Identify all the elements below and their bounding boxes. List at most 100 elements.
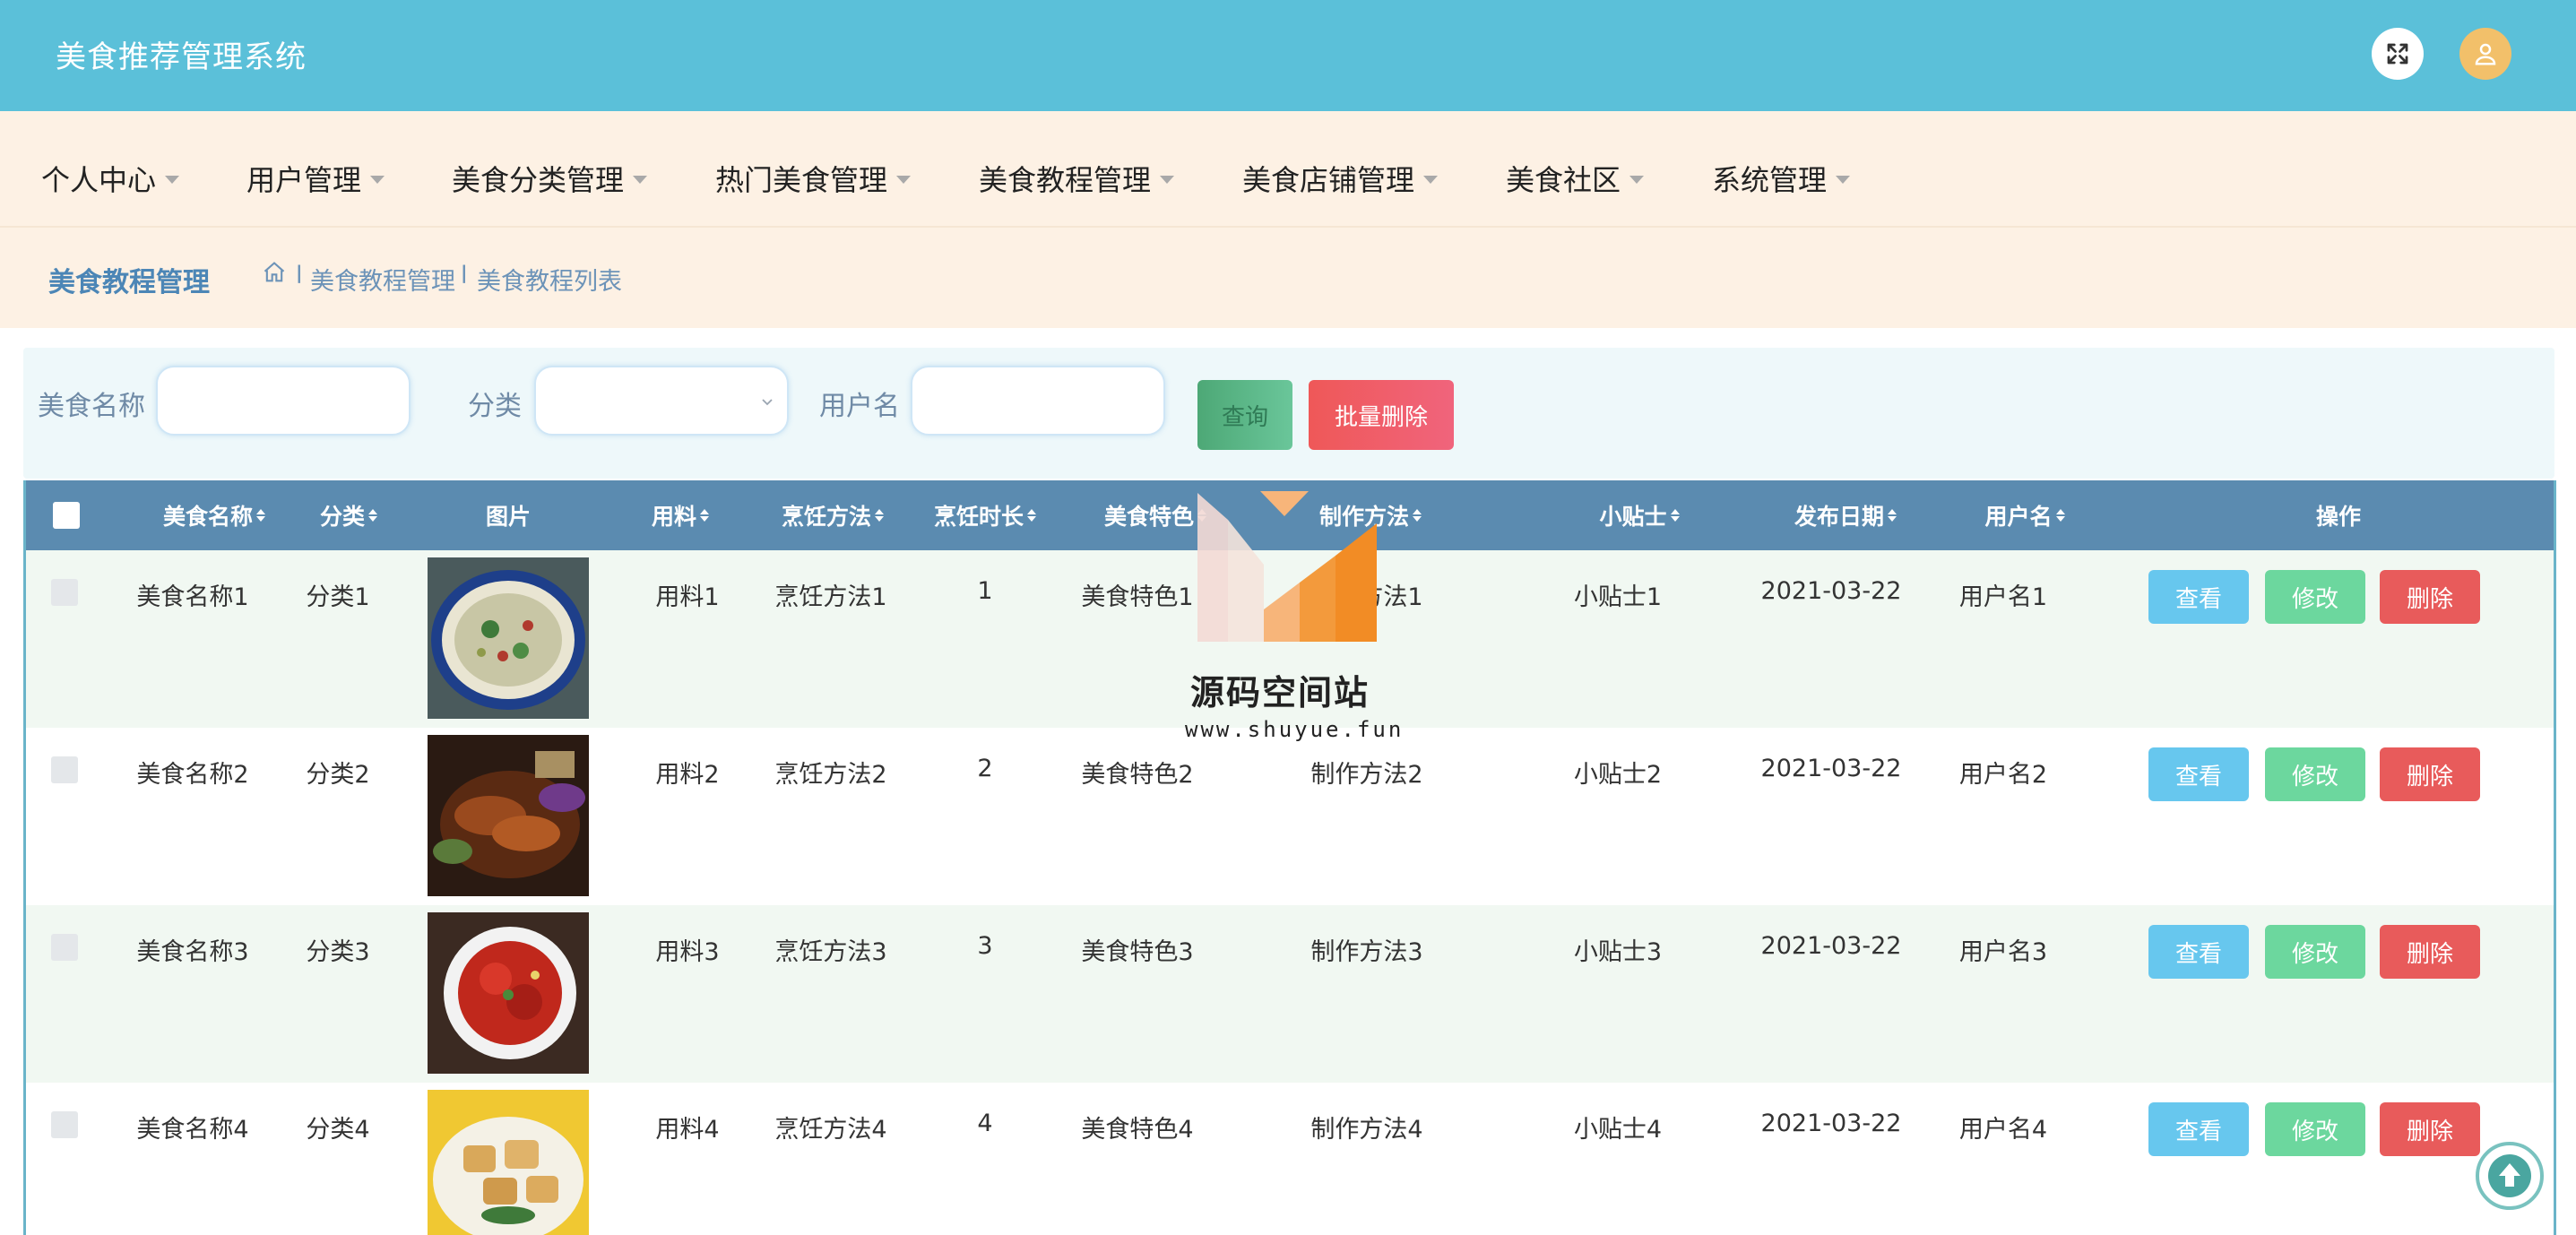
category-label: 分类 <box>468 391 522 422</box>
user-icon <box>2475 43 2496 65</box>
table-row: 美食名称3 分类3 用料3 烹饪方法3 3 美食特色3 制作方法3 小贴士3 2… <box>26 905 2554 1083</box>
chevron-down-icon <box>762 399 773 406</box>
row-checkbox[interactable] <box>51 934 78 961</box>
batch-delete-button[interactable]: 批量删除 <box>1309 380 1454 450</box>
nav-item-shop-management[interactable]: 美食店铺管理 <box>1242 158 1439 199</box>
delete-button[interactable]: 删除 <box>2380 747 2480 801</box>
edit-button[interactable]: 修改 <box>2265 925 2365 979</box>
column-header-name[interactable]: 美食名称 <box>134 480 295 550</box>
cell-feature: 美食特色3 <box>1081 938 1194 966</box>
fullscreen-button[interactable] <box>2372 28 2424 80</box>
cell-ingredients: 用料3 <box>655 938 720 966</box>
watermark-name: 源码空间站 <box>1190 673 1370 712</box>
arrow-up-icon <box>2488 1154 2531 1197</box>
cell-steps: 制作方法3 <box>1310 938 1423 966</box>
column-header-duration[interactable]: 烹饪时长 <box>913 480 1057 550</box>
delete-button[interactable]: 删除 <box>2380 1102 2480 1156</box>
row-checkbox[interactable] <box>51 579 78 606</box>
breadcrumb-item-tutorial-management[interactable]: 美食教程管理 <box>310 262 455 297</box>
sort-icon <box>2055 509 2065 522</box>
sort-icon <box>1413 509 1422 522</box>
username-input[interactable] <box>911 366 1165 436</box>
delete-button[interactable]: 删除 <box>2380 925 2480 979</box>
column-header-tips[interactable]: 小贴士 <box>1550 480 1729 550</box>
row-checkbox[interactable] <box>51 1111 78 1138</box>
cell-method: 烹饪方法1 <box>774 583 887 611</box>
caret-down-icon <box>1160 175 1175 184</box>
sort-icon <box>1888 509 1897 522</box>
view-button[interactable]: 查看 <box>2148 1102 2249 1156</box>
edit-button[interactable]: 修改 <box>2265 1102 2365 1156</box>
column-header-method[interactable]: 烹饪方法 <box>752 480 913 550</box>
cell-tips: 小贴士3 <box>1573 938 1663 966</box>
main-nav: 个人中心 用户管理 美食分类管理 热门美食管理 美食教程管理 美食店铺管理 美食… <box>0 111 2576 226</box>
food-image <box>428 1090 589 1235</box>
food-image <box>428 912 589 1074</box>
cell-duration: 2 <box>977 755 993 782</box>
cell-username: 用户名4 <box>1958 1116 2048 1144</box>
cell-feature: 美食特色4 <box>1081 1116 1194 1144</box>
watermark-url: www.shuyue.fun <box>1185 717 1405 742</box>
view-button[interactable]: 查看 <box>2148 570 2249 624</box>
select-all-checkbox[interactable] <box>53 502 80 529</box>
cell-date: 2021-03-22 <box>1760 932 1902 960</box>
back-to-top-button[interactable] <box>2476 1142 2544 1210</box>
nav-item-category-management[interactable]: 美食分类管理 <box>452 158 648 199</box>
column-header-category[interactable]: 分类 <box>295 480 402 550</box>
cell-tips: 小贴士2 <box>1573 761 1663 789</box>
cell-method: 烹饪方法3 <box>774 938 887 966</box>
cell-ingredients: 用料4 <box>655 1116 720 1144</box>
home-icon[interactable] <box>262 260 287 285</box>
caret-down-icon <box>370 175 385 184</box>
category-select[interactable] <box>534 366 789 436</box>
query-button[interactable]: 查询 <box>1197 380 1292 450</box>
cell-name: 美食名称3 <box>136 938 249 966</box>
nav-item-personal-center[interactable]: 个人中心 <box>41 158 180 199</box>
nav-item-user-management[interactable]: 用户管理 <box>246 158 385 199</box>
breadcrumb-separator: l <box>461 262 468 289</box>
cell-method: 烹饪方法4 <box>774 1116 887 1144</box>
cell-name: 美食名称2 <box>136 761 249 789</box>
cell-date: 2021-03-22 <box>1760 1110 1902 1137</box>
cell-steps: 制作方法2 <box>1310 761 1423 789</box>
caret-down-icon <box>165 175 180 184</box>
edit-button[interactable]: 修改 <box>2265 570 2365 624</box>
nav-item-community[interactable]: 美食社区 <box>1506 158 1645 199</box>
food-image <box>428 735 589 896</box>
cell-ingredients: 用料2 <box>655 761 720 789</box>
user-avatar-button[interactable] <box>2459 28 2511 80</box>
delete-button[interactable]: 删除 <box>2380 570 2480 624</box>
table-row: 美食名称4 分类4 用料4 烹饪方法4 4 美食特色4 制作方法4 小贴士4 2… <box>26 1083 2554 1235</box>
cell-duration: 1 <box>977 577 993 605</box>
top-bar: 美食推荐管理系统 <box>0 0 2576 111</box>
column-header-username[interactable]: 用户名 <box>1935 480 2114 550</box>
caret-down-icon <box>1836 175 1851 184</box>
sort-icon <box>1027 509 1036 522</box>
column-header-ingredients[interactable]: 用料 <box>627 480 734 550</box>
nav-item-system-management[interactable]: 系统管理 <box>1712 158 1851 199</box>
column-header-date[interactable]: 发布日期 <box>1756 480 1935 550</box>
caret-down-icon <box>1423 175 1439 184</box>
nav-item-hot-food-management[interactable]: 热门美食管理 <box>715 158 912 199</box>
search-panel: 美食名称 分类 用户名 查询 批量删除 <box>23 348 2554 479</box>
cell-category: 分类3 <box>306 938 370 966</box>
breadcrumb-separator: l <box>296 262 303 289</box>
app-title: 美食推荐管理系统 <box>56 39 307 75</box>
edit-button[interactable]: 修改 <box>2265 747 2365 801</box>
cell-name: 美食名称4 <box>136 1116 249 1144</box>
cell-steps: 制作方法4 <box>1310 1116 1423 1144</box>
nav-item-tutorial-management[interactable]: 美食教程管理 <box>979 158 1175 199</box>
cell-duration: 3 <box>977 932 993 960</box>
breadcrumb-bar: 美食教程管理 l 美食教程管理 l 美食教程列表 <box>0 226 2576 328</box>
cell-ingredients: 用料1 <box>655 583 720 611</box>
food-name-label: 美食名称 <box>38 391 145 422</box>
sort-icon <box>700 509 709 522</box>
cell-category: 分类2 <box>306 761 370 789</box>
view-button[interactable]: 查看 <box>2148 747 2249 801</box>
food-name-input[interactable] <box>156 366 411 436</box>
row-checkbox[interactable] <box>51 756 78 783</box>
cell-username: 用户名3 <box>1958 938 2048 966</box>
column-header-image: 图片 <box>485 504 531 530</box>
cell-username: 用户名2 <box>1958 761 2048 789</box>
view-button[interactable]: 查看 <box>2148 925 2249 979</box>
